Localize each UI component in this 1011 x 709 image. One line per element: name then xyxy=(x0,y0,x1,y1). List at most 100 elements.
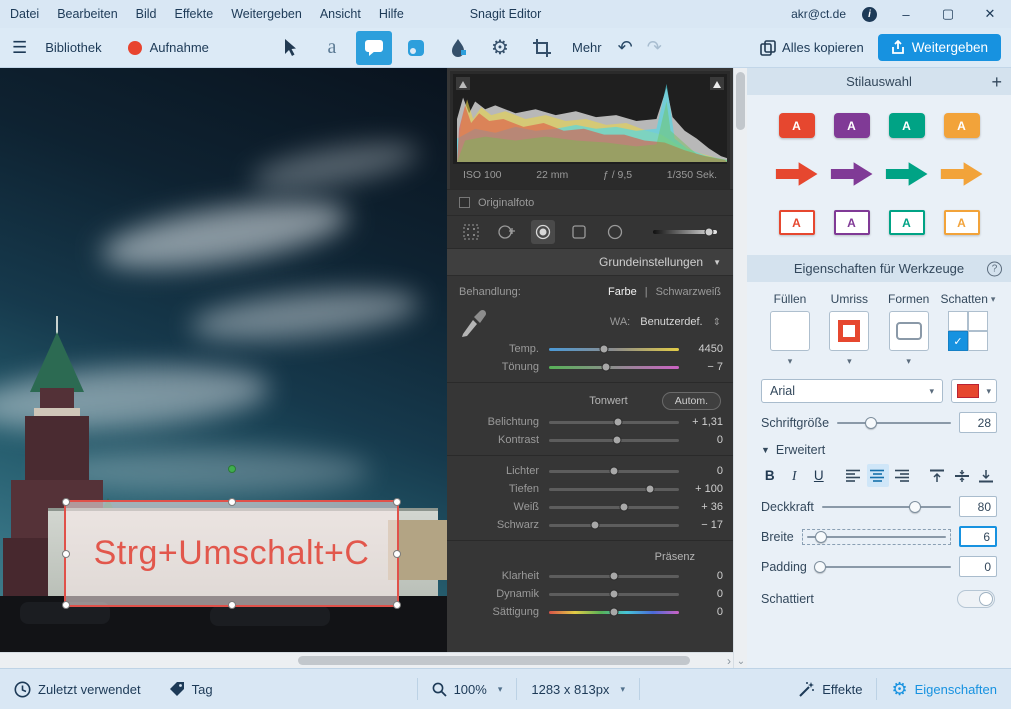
style-arrow-teal[interactable] xyxy=(886,160,928,188)
selection-handle-w[interactable] xyxy=(62,550,70,558)
feather-gradient-thumb[interactable] xyxy=(705,228,714,237)
align-center-button[interactable] xyxy=(867,464,889,487)
shadow-option-se[interactable] xyxy=(968,331,988,351)
auto-tone-button[interactable]: Autom. xyxy=(662,392,721,410)
tint-slider[interactable] xyxy=(549,366,679,369)
style-bubble-purple[interactable]: A xyxy=(834,113,870,138)
italic-button[interactable]: I xyxy=(784,464,806,487)
recent-button[interactable]: Zuletzt verwendet xyxy=(0,681,155,698)
help-icon[interactable]: ? xyxy=(987,261,1002,276)
crop-tool[interactable] xyxy=(524,31,560,65)
selection-handle-ne[interactable] xyxy=(393,498,401,506)
width-thumb[interactable] xyxy=(815,531,827,543)
shapes-caret-icon[interactable]: ▾ xyxy=(906,356,911,367)
style-rect-teal[interactable]: A xyxy=(889,210,925,235)
menu-ansicht[interactable]: Ansicht xyxy=(320,7,361,21)
menu-datei[interactable]: Datei xyxy=(10,7,39,21)
highlight-clipping-icon[interactable] xyxy=(710,77,724,90)
padding-value[interactable]: 0 xyxy=(959,556,997,577)
font-size-thumb[interactable] xyxy=(865,417,877,429)
callout-text[interactable]: Strg+Umschalt+C xyxy=(94,534,370,573)
fill-tool[interactable] xyxy=(440,31,476,65)
shadow-option-ne[interactable] xyxy=(948,311,968,331)
exposure-slider[interactable] xyxy=(549,421,679,424)
style-rect-orange[interactable]: A xyxy=(944,210,980,235)
fill-swatch[interactable] xyxy=(770,311,810,351)
text-tool[interactable]: a xyxy=(314,31,350,65)
blacks-slider[interactable] xyxy=(549,524,679,527)
horizontal-scrollbar[interactable]: › xyxy=(0,652,733,668)
original-photo-checkbox[interactable] xyxy=(459,197,470,208)
treatment-color-option[interactable]: Farbe xyxy=(608,286,637,298)
vibrance-slider[interactable] xyxy=(549,593,679,596)
wb-preset-dropdown[interactable]: Benutzerdef. xyxy=(640,316,702,328)
style-bubble-orange[interactable]: A xyxy=(944,113,980,138)
properties-button[interactable]: ⚙ Eigenschaften xyxy=(877,679,1011,700)
library-button[interactable]: Bibliothek xyxy=(45,40,101,55)
blacks-slider-thumb[interactable] xyxy=(590,521,599,530)
selection-handle-e[interactable] xyxy=(393,550,401,558)
valign-middle-button[interactable] xyxy=(951,464,973,487)
font-family-select[interactable]: Arial ▾ xyxy=(761,379,943,403)
opacity-value[interactable]: 80 xyxy=(959,496,997,517)
selection-handle-se[interactable] xyxy=(393,601,401,609)
underline-button[interactable]: U xyxy=(808,464,830,487)
settings-tool[interactable]: ⚙ xyxy=(482,31,518,65)
maximize-button[interactable]: ▢ xyxy=(935,6,961,22)
selection-handle-n[interactable] xyxy=(228,498,236,506)
advanced-row[interactable]: ▼ Erweitert xyxy=(747,433,1011,457)
style-bubble-red[interactable]: A xyxy=(779,113,815,138)
padding-thumb[interactable] xyxy=(814,561,826,573)
shadow-option-nw[interactable] xyxy=(968,311,988,331)
shadow-caret-icon[interactable]: ▾ xyxy=(991,294,996,305)
clarity-slider-thumb[interactable] xyxy=(610,572,619,581)
width-slider[interactable] xyxy=(807,536,946,538)
share-button[interactable]: Weitergeben xyxy=(878,34,1001,61)
valign-top-button[interactable] xyxy=(926,464,948,487)
text-color-dropdown[interactable]: ▾ xyxy=(951,379,997,403)
basic-section-header[interactable]: Grundeinstellungen ▼ xyxy=(447,249,733,276)
vertical-scrollbar[interactable]: ⌄ xyxy=(733,68,747,668)
zoom-dropdown[interactable]: 100% ▾ xyxy=(418,682,517,697)
selection-handle-nw[interactable] xyxy=(62,498,70,506)
scroll-down-arrow-icon[interactable]: ⌄ xyxy=(734,656,748,667)
style-arrow-purple[interactable] xyxy=(831,160,873,188)
style-rect-purple[interactable]: A xyxy=(834,210,870,235)
more-tools-button[interactable]: Mehr xyxy=(566,40,608,55)
saturation-slider-thumb[interactable] xyxy=(610,608,619,617)
callout-annotation[interactable]: Strg+Umschalt+C xyxy=(64,500,399,607)
clarity-slider[interactable] xyxy=(549,575,679,578)
shadow-clipping-icon[interactable] xyxy=(456,77,470,90)
treatment-bw-option[interactable]: Schwarzweiß xyxy=(656,286,721,298)
shadows-slider-thumb[interactable] xyxy=(646,485,655,494)
align-left-button[interactable] xyxy=(843,464,865,487)
capture-button[interactable]: Aufnahme xyxy=(150,40,209,55)
valign-bottom-button[interactable] xyxy=(975,464,997,487)
callout-tool-selected[interactable] xyxy=(356,31,392,65)
temp-slider-thumb[interactable] xyxy=(599,345,608,354)
bold-button[interactable]: B xyxy=(759,464,781,487)
contrast-slider-thumb[interactable] xyxy=(612,436,621,445)
advanced-expand-icon[interactable]: ▼ xyxy=(761,445,770,455)
tag-button[interactable]: Tag xyxy=(155,681,227,697)
style-arrow-orange[interactable] xyxy=(941,160,983,188)
menu-hilfe[interactable]: Hilfe xyxy=(379,7,404,21)
wb-dropdown-arrows-icon[interactable]: ⇕ xyxy=(713,317,721,328)
outline-swatch[interactable] xyxy=(829,311,869,351)
padding-slider[interactable] xyxy=(815,566,951,568)
feather-gradient-slider[interactable] xyxy=(653,230,717,234)
grid-mask-tool[interactable] xyxy=(459,220,483,244)
eyedropper-icon[interactable] xyxy=(459,306,489,338)
collapse-triangle-icon[interactable]: ▼ xyxy=(713,258,721,267)
whites-slider-thumb[interactable] xyxy=(620,503,629,512)
info-icon[interactable]: i xyxy=(862,7,877,22)
undo-button[interactable]: ↶ xyxy=(614,37,637,58)
selection-handle-sw[interactable] xyxy=(62,601,70,609)
vertical-scrollbar-thumb[interactable] xyxy=(736,72,745,130)
account-label[interactable]: akr@ct.de xyxy=(791,7,846,21)
rect-mask-tool[interactable] xyxy=(567,220,591,244)
minimize-button[interactable]: – xyxy=(893,7,919,22)
shadow-option-selected[interactable]: ✓ xyxy=(948,331,968,351)
exposure-slider-thumb[interactable] xyxy=(613,418,622,427)
shadows-slider[interactable] xyxy=(549,488,679,491)
